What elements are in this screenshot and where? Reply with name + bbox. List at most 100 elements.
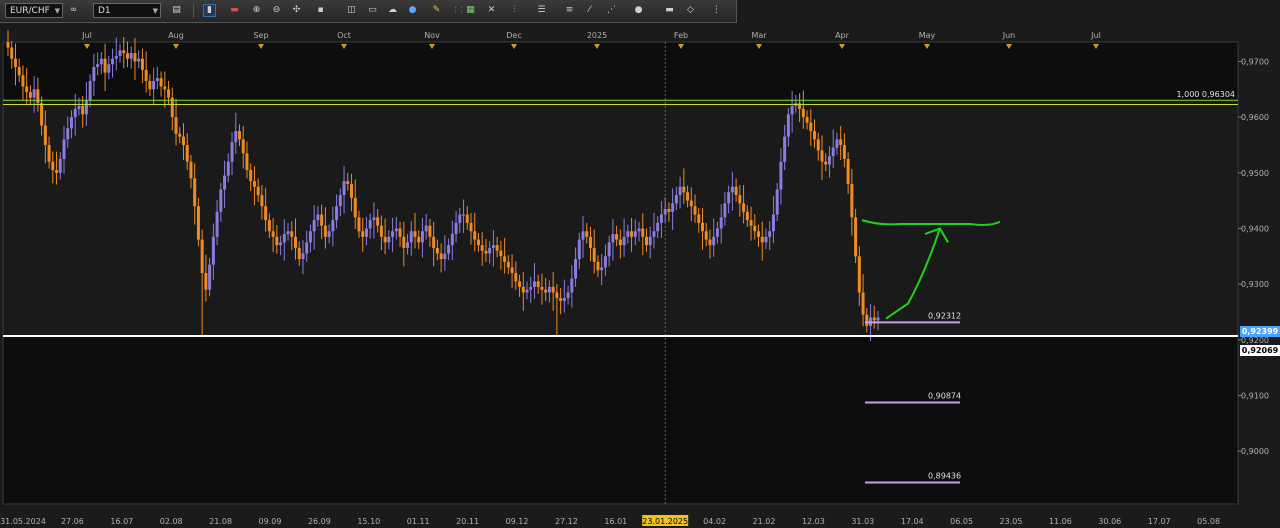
candle-bull	[372, 217, 376, 221]
candle-bear	[17, 67, 21, 76]
candle-bear	[260, 195, 264, 207]
candle-bull	[66, 128, 70, 140]
candle-bear	[585, 231, 589, 237]
candle-bear	[667, 208, 671, 212]
candle-bear	[473, 231, 477, 240]
candle-bear	[708, 239, 712, 246]
candle-bear	[350, 183, 354, 198]
candle-bear	[630, 231, 634, 237]
candle-bear	[398, 228, 402, 237]
candle-bear	[544, 289, 548, 293]
candle-bear	[271, 231, 275, 237]
candle-bear	[521, 286, 525, 293]
price-chart[interactable]: 0,9700 0,9600 0,9500 0,9400 0,9300 0,9200 0,91…	[0, 0, 1280, 528]
candle-bear	[21, 75, 25, 87]
candle-bull	[525, 289, 529, 293]
candle-bull	[659, 214, 663, 223]
candle-bull	[771, 214, 775, 232]
candle-bull	[715, 228, 719, 237]
candle-bull	[730, 186, 734, 193]
candle-bear	[536, 281, 540, 287]
candle-bear	[850, 183, 854, 218]
candle-bear	[861, 292, 865, 315]
candle-bull	[420, 231, 424, 243]
candle-bull	[316, 214, 320, 221]
y-tick-label: 0,9500	[1241, 169, 1269, 178]
x-tick-label: 06.05	[950, 517, 973, 526]
candle-bear	[25, 86, 29, 93]
candle-bull	[424, 225, 428, 232]
candle-bull	[107, 64, 111, 73]
candle-bear	[682, 186, 686, 193]
candle-bear	[357, 217, 361, 232]
candle-bear	[290, 231, 294, 237]
candle-bear	[81, 106, 85, 115]
candle-bull	[626, 231, 630, 237]
candle-bear	[241, 139, 245, 154]
candle-bull	[831, 147, 835, 157]
candle-bull	[663, 208, 667, 215]
x-tick-label: 15.10	[357, 517, 380, 526]
candle-bull	[547, 286, 551, 293]
candle-bull	[88, 80, 92, 101]
x-tick-label: 30.06	[1098, 517, 1121, 526]
y-tick-label: 0,9100	[1241, 391, 1269, 400]
candle-bear	[618, 239, 622, 246]
candle-bear	[163, 86, 167, 90]
candle-bear	[36, 89, 40, 104]
candle-bull	[876, 317, 880, 321]
candle-bear	[592, 247, 596, 262]
candle-bear	[824, 161, 828, 165]
x-tick-label: 09.12	[506, 517, 529, 526]
candle-bull	[603, 256, 607, 268]
candle-bull	[622, 236, 626, 246]
candle-bull	[335, 206, 339, 221]
x-tick-label: 05.08	[1197, 517, 1220, 526]
candle-bear	[435, 247, 439, 254]
candle-bull	[99, 58, 103, 65]
candle-bear	[872, 317, 876, 321]
candle-bear	[144, 69, 148, 81]
x-tick-label: 16.07	[110, 517, 133, 526]
candle-bear	[320, 214, 324, 226]
candle-bull	[786, 114, 790, 137]
candle-bear	[196, 206, 200, 240]
candle-bull	[764, 236, 768, 243]
candle-bull	[58, 158, 62, 173]
y-tick-label: 0,9000	[1241, 447, 1269, 456]
candle-bull	[118, 50, 122, 56]
candle-bear	[749, 220, 753, 226]
candle-bear	[249, 170, 253, 182]
candle-bear	[506, 261, 510, 268]
x-tick-label: 21.02	[753, 517, 776, 526]
candle-bear	[275, 236, 279, 246]
candle-bear	[559, 298, 563, 301]
candle-bull	[458, 214, 462, 223]
candle-bull	[674, 195, 678, 204]
plot-top-area	[3, 42, 1238, 101]
candle-bull	[73, 108, 77, 118]
candle-bear	[644, 236, 648, 246]
candle-bull	[723, 203, 727, 218]
x-tick-label: 09.09	[259, 517, 282, 526]
candle-bear	[499, 250, 503, 257]
candle-bull	[77, 106, 81, 109]
y-tick-label: 0,9300	[1241, 280, 1269, 289]
last-price-tag: 0,92399	[1240, 326, 1280, 337]
candle-bear	[323, 225, 327, 237]
candle-bear	[588, 236, 592, 248]
candle-bear	[742, 203, 746, 212]
candle-bull	[129, 53, 133, 59]
candle-bull	[391, 231, 395, 237]
candle-bear	[805, 117, 809, 123]
candle-bear	[245, 153, 249, 171]
x-tick-label: 31.05.2024	[0, 517, 46, 526]
month-label: Sep	[253, 31, 268, 40]
candle-bull	[226, 161, 230, 176]
candle-bear	[55, 170, 59, 173]
candle-bull	[69, 117, 73, 129]
candle-bull	[532, 281, 536, 287]
candle-bear	[641, 228, 645, 237]
x-tick-label: 20.11	[456, 517, 479, 526]
candle-bear	[738, 195, 742, 204]
